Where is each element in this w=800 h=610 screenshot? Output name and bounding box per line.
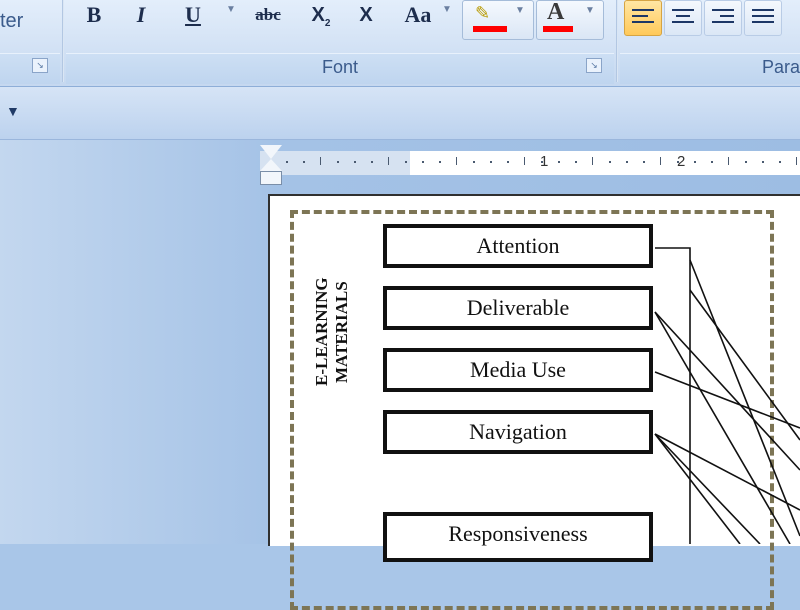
connector-attention: [655, 247, 691, 544]
connector-attention-diag: [689, 259, 800, 537]
diagram-connectors: [654, 247, 800, 544]
connector-navigation-3: [654, 433, 741, 544]
connector-deliverable-1: [654, 311, 791, 544]
connector-navigation-1: [654, 433, 761, 544]
connector-cross-1: [689, 289, 800, 441]
connector-media-use: [654, 371, 800, 429]
